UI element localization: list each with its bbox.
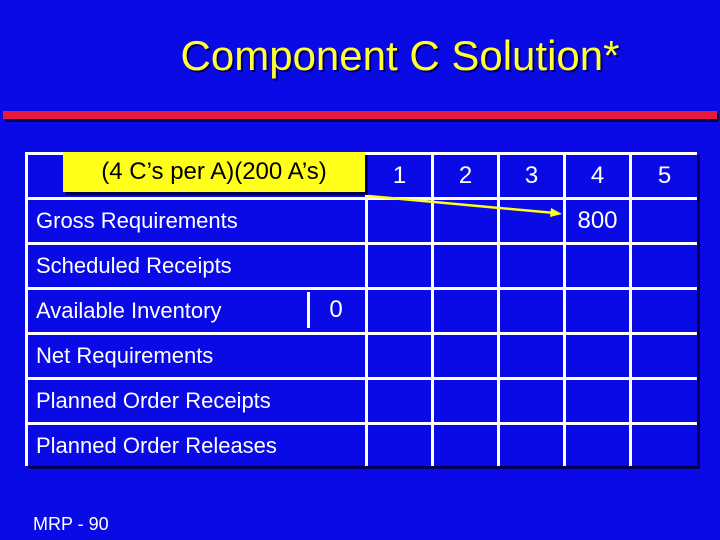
- callout-arrow: [367, 194, 562, 217]
- inventory-divider: [307, 292, 310, 328]
- slide-footer: MRP - 90: [33, 514, 109, 534]
